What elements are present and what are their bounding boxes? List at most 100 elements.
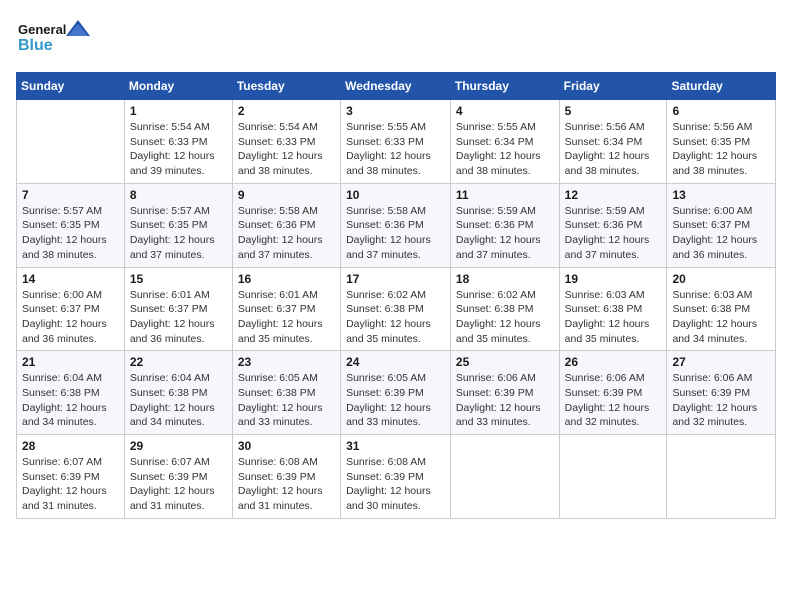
day-info: Sunrise: 5:55 AM Sunset: 6:34 PM Dayligh…	[456, 120, 554, 179]
header-day-wednesday: Wednesday	[341, 73, 451, 100]
day-info: Sunrise: 5:57 AM Sunset: 6:35 PM Dayligh…	[22, 204, 119, 263]
calendar-cell: 17 Sunrise: 6:02 AM Sunset: 6:38 PM Dayli…	[341, 267, 451, 351]
week-row-1: 1Sunrise: 5:54 AM Sunset: 6:33 PM Daylig…	[17, 100, 776, 184]
day-number: 26	[565, 355, 662, 369]
calendar-cell	[17, 100, 125, 184]
day-number: 21	[22, 355, 119, 369]
calendar-cell: 18Sunrise: 6:02 AM Sunset: 6:38 PM Dayli…	[450, 267, 559, 351]
calendar-cell: 23 Sunrise: 6:05 AM Sunset: 6:38 PM Dayli…	[232, 351, 340, 435]
week-row-4: 21 Sunrise: 6:04 AM Sunset: 6:38 PM Dayli…	[17, 351, 776, 435]
day-info: Sunrise: 6:02 AM Sunset: 6:38 PM Dayligh…	[456, 288, 554, 347]
svg-text:General: General	[18, 22, 66, 37]
day-info: Sunrise: 6:03 AM Sunset: 6:38 PM Dayligh…	[672, 288, 770, 347]
day-number: 6	[672, 104, 770, 118]
calendar-cell: 7 Sunrise: 5:57 AM Sunset: 6:35 PM Daylig…	[17, 183, 125, 267]
calendar-cell: 14 Sunrise: 6:00 AM Sunset: 6:37 PM Dayli…	[17, 267, 125, 351]
calendar-cell: 9 Sunrise: 5:58 AM Sunset: 6:36 PM Daylig…	[232, 183, 340, 267]
calendar-cell: 3 Sunrise: 5:55 AM Sunset: 6:33 PM Daylig…	[341, 100, 451, 184]
day-info: Sunrise: 5:54 AM Sunset: 6:33 PM Dayligh…	[130, 120, 227, 179]
day-info: Sunrise: 6:07 AM Sunset: 6:39 PM Dayligh…	[130, 455, 227, 514]
day-number: 11	[456, 188, 554, 202]
svg-text:Blue: Blue	[18, 37, 53, 54]
calendar-header-row: SundayMondayTuesdayWednesdayThursdayFrid…	[17, 73, 776, 100]
calendar-cell	[559, 435, 667, 519]
day-number: 30	[238, 439, 335, 453]
day-number: 31	[346, 439, 445, 453]
day-info: Sunrise: 5:54 AM Sunset: 6:33 PM Dayligh…	[238, 120, 335, 179]
header-day-tuesday: Tuesday	[232, 73, 340, 100]
day-info: Sunrise: 5:55 AM Sunset: 6:33 PM Dayligh…	[346, 120, 445, 179]
day-info: Sunrise: 6:06 AM Sunset: 6:39 PM Dayligh…	[456, 371, 554, 430]
day-number: 14	[22, 272, 119, 286]
week-row-2: 7 Sunrise: 5:57 AM Sunset: 6:35 PM Daylig…	[17, 183, 776, 267]
day-info: Sunrise: 6:04 AM Sunset: 6:38 PM Dayligh…	[22, 371, 119, 430]
header-day-thursday: Thursday	[450, 73, 559, 100]
header-day-saturday: Saturday	[667, 73, 776, 100]
logo-svg: General Blue	[16, 16, 96, 60]
day-info: Sunrise: 5:58 AM Sunset: 6:36 PM Dayligh…	[238, 204, 335, 263]
day-info: Sunrise: 6:06 AM Sunset: 6:39 PM Dayligh…	[672, 371, 770, 430]
calendar-cell: 27 Sunrise: 6:06 AM Sunset: 6:39 PM Dayli…	[667, 351, 776, 435]
day-info: Sunrise: 6:01 AM Sunset: 6:37 PM Dayligh…	[130, 288, 227, 347]
day-info: Sunrise: 5:57 AM Sunset: 6:35 PM Dayligh…	[130, 204, 227, 263]
day-number: 7	[22, 188, 119, 202]
calendar-cell: 11Sunrise: 5:59 AM Sunset: 6:36 PM Dayli…	[450, 183, 559, 267]
day-number: 16	[238, 272, 335, 286]
calendar-cell: 24Sunrise: 6:05 AM Sunset: 6:39 PM Dayli…	[341, 351, 451, 435]
calendar-cell: 5 Sunrise: 5:56 AM Sunset: 6:34 PM Daylig…	[559, 100, 667, 184]
calendar-cell: 21 Sunrise: 6:04 AM Sunset: 6:38 PM Dayli…	[17, 351, 125, 435]
day-number: 3	[346, 104, 445, 118]
day-number: 15	[130, 272, 227, 286]
day-number: 29	[130, 439, 227, 453]
day-number: 23	[238, 355, 335, 369]
day-info: Sunrise: 6:05 AM Sunset: 6:38 PM Dayligh…	[238, 371, 335, 430]
week-row-3: 14 Sunrise: 6:00 AM Sunset: 6:37 PM Dayli…	[17, 267, 776, 351]
calendar-cell: 16 Sunrise: 6:01 AM Sunset: 6:37 PM Dayli…	[232, 267, 340, 351]
day-info: Sunrise: 5:58 AM Sunset: 6:36 PM Dayligh…	[346, 204, 445, 263]
header-day-friday: Friday	[559, 73, 667, 100]
day-number: 22	[130, 355, 227, 369]
day-number: 20	[672, 272, 770, 286]
day-info: Sunrise: 6:08 AM Sunset: 6:39 PM Dayligh…	[346, 455, 445, 514]
day-number: 24	[346, 355, 445, 369]
day-info: Sunrise: 6:08 AM Sunset: 6:39 PM Dayligh…	[238, 455, 335, 514]
calendar-cell: 1Sunrise: 5:54 AM Sunset: 6:33 PM Daylig…	[124, 100, 232, 184]
calendar-cell: 28 Sunrise: 6:07 AM Sunset: 6:39 PM Dayli…	[17, 435, 125, 519]
calendar-cell: 19 Sunrise: 6:03 AM Sunset: 6:38 PM Dayli…	[559, 267, 667, 351]
calendar-table: SundayMondayTuesdayWednesdayThursdayFrid…	[16, 72, 776, 519]
day-info: Sunrise: 6:01 AM Sunset: 6:37 PM Dayligh…	[238, 288, 335, 347]
calendar-cell: 4Sunrise: 5:55 AM Sunset: 6:34 PM Daylig…	[450, 100, 559, 184]
calendar-cell: 31 Sunrise: 6:08 AM Sunset: 6:39 PM Dayli…	[341, 435, 451, 519]
day-number: 17	[346, 272, 445, 286]
day-number: 10	[346, 188, 445, 202]
calendar-cell: 13 Sunrise: 6:00 AM Sunset: 6:37 PM Dayli…	[667, 183, 776, 267]
header-day-sunday: Sunday	[17, 73, 125, 100]
day-info: Sunrise: 6:00 AM Sunset: 6:37 PM Dayligh…	[672, 204, 770, 263]
calendar-cell: 8Sunrise: 5:57 AM Sunset: 6:35 PM Daylig…	[124, 183, 232, 267]
calendar-cell: 22 Sunrise: 6:04 AM Sunset: 6:38 PM Dayli…	[124, 351, 232, 435]
day-info: Sunrise: 6:00 AM Sunset: 6:37 PM Dayligh…	[22, 288, 119, 347]
day-number: 2	[238, 104, 335, 118]
calendar-cell: 15 Sunrise: 6:01 AM Sunset: 6:37 PM Dayli…	[124, 267, 232, 351]
day-number: 27	[672, 355, 770, 369]
day-info: Sunrise: 6:07 AM Sunset: 6:39 PM Dayligh…	[22, 455, 119, 514]
day-info: Sunrise: 6:02 AM Sunset: 6:38 PM Dayligh…	[346, 288, 445, 347]
day-info: Sunrise: 6:04 AM Sunset: 6:38 PM Dayligh…	[130, 371, 227, 430]
day-number: 5	[565, 104, 662, 118]
day-info: Sunrise: 6:03 AM Sunset: 6:38 PM Dayligh…	[565, 288, 662, 347]
calendar-cell: 25Sunrise: 6:06 AM Sunset: 6:39 PM Dayli…	[450, 351, 559, 435]
day-number: 19	[565, 272, 662, 286]
calendar-cell: 10 Sunrise: 5:58 AM Sunset: 6:36 PM Dayli…	[341, 183, 451, 267]
week-row-5: 28 Sunrise: 6:07 AM Sunset: 6:39 PM Dayli…	[17, 435, 776, 519]
day-number: 9	[238, 188, 335, 202]
calendar-cell: 30 Sunrise: 6:08 AM Sunset: 6:39 PM Dayli…	[232, 435, 340, 519]
page-header: General Blue	[16, 16, 776, 60]
calendar-cell: 6Sunrise: 5:56 AM Sunset: 6:35 PM Daylig…	[667, 100, 776, 184]
calendar-cell: 26Sunrise: 6:06 AM Sunset: 6:39 PM Dayli…	[559, 351, 667, 435]
day-number: 28	[22, 439, 119, 453]
calendar-cell	[667, 435, 776, 519]
calendar-cell	[450, 435, 559, 519]
day-number: 13	[672, 188, 770, 202]
day-info: Sunrise: 5:56 AM Sunset: 6:34 PM Dayligh…	[565, 120, 662, 179]
header-day-monday: Monday	[124, 73, 232, 100]
